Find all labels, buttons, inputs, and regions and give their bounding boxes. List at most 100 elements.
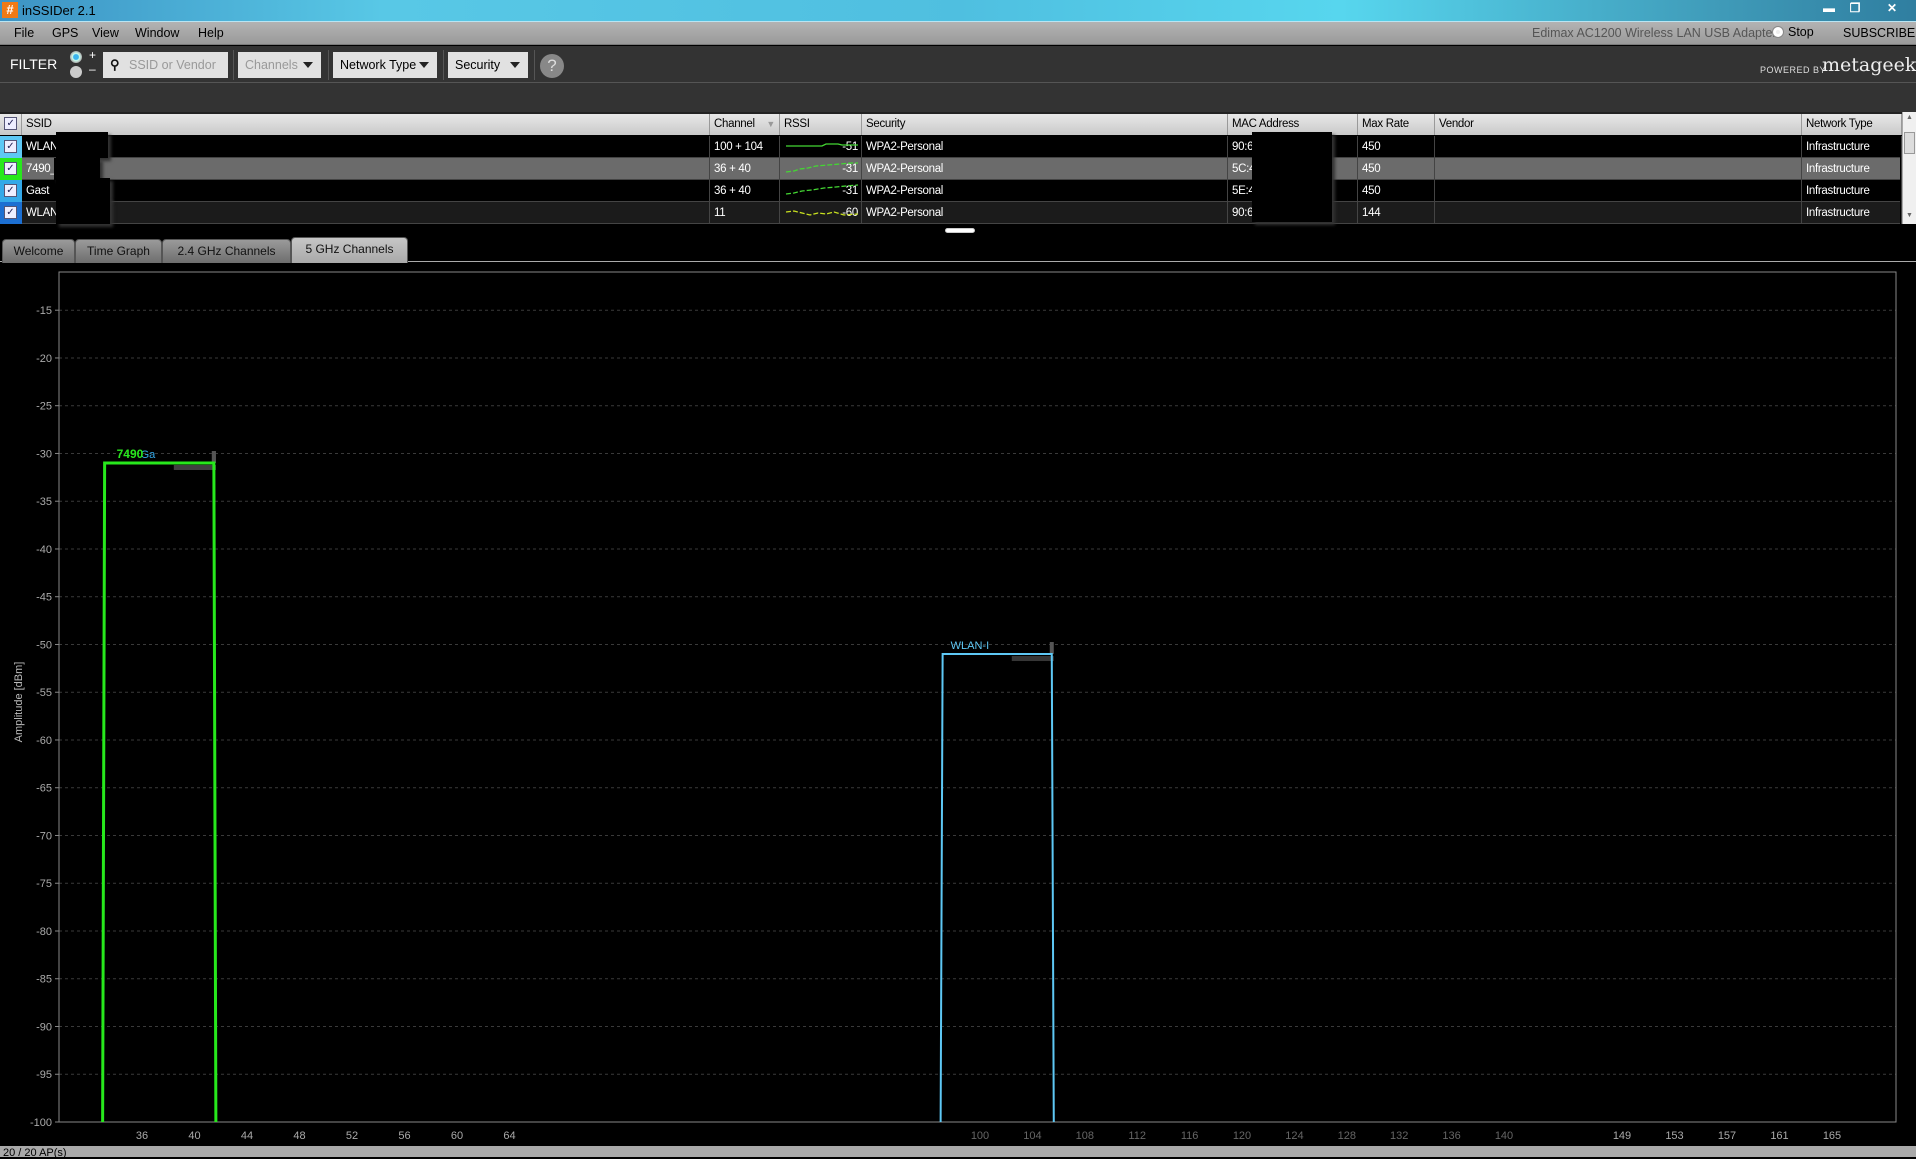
channel-cell: 100 + 104 [710, 136, 780, 158]
filter-bar: FILTER + – ⚲ SSID or Vendor Channels Net… [0, 46, 1916, 82]
help-button[interactable]: ? [540, 54, 564, 78]
menu-window[interactable]: Window [135, 26, 179, 40]
adapter-selector[interactable]: Edimax AC1200 Wireless LAN USB Adapter [1532, 26, 1777, 40]
redaction [54, 158, 100, 180]
x-tick-label: 36 [136, 1130, 148, 1142]
table-row[interactable]: ✓ 7490_ 36 + 40 -31 WPA2-Personal 5C:4 450 Infr… [0, 158, 1902, 180]
network-type-dropdown[interactable]: Network Type [333, 52, 437, 78]
scroll-down-icon[interactable]: ▼ [1906, 212, 1913, 219]
x-tick-label: 112 [1128, 1130, 1146, 1142]
y-tick-label: -95 [36, 1069, 52, 1081]
stop-button[interactable]: Stop [1772, 25, 1814, 39]
scroll-up-icon[interactable]: ▲ [1906, 114, 1913, 121]
app-icon: # [2, 2, 18, 18]
tab-welcome[interactable]: Welcome [2, 239, 75, 263]
table-row[interactable]: ✓ WLAN 11 -60 WPA2-Personal 90:6 144 Infrastruc… [0, 202, 1902, 224]
channels-dropdown[interactable]: Channels [238, 52, 321, 78]
series-curve-7490-[interactable] [101, 461, 218, 1123]
ssid-cell: Gast [22, 180, 710, 202]
network-type-cell: Infrastructure [1802, 158, 1902, 180]
rssi-cell: -31 [780, 158, 862, 180]
network-color-swatch: ✓ [0, 158, 22, 180]
plus-label: + [89, 48, 97, 62]
channel-chart-svg: -15 -20 -25 -30 -35 -40 -45 -50 -55 -60 -65 -70 -75 -… [13, 271, 1897, 1142]
minimize-icon[interactable]: ▬ [1816, 0, 1842, 18]
series-shadow [211, 451, 216, 464]
y-tick-label: -40 [36, 544, 52, 556]
search-placeholder: SSID or Vendor [129, 58, 216, 72]
row-checkbox[interactable]: ✓ [4, 184, 17, 197]
security-cell: WPA2-Personal [862, 158, 1228, 180]
window-title: inSSIDer 2.1 [22, 3, 96, 18]
divider [233, 50, 234, 80]
filter-include-radio[interactable] [70, 51, 82, 63]
y-tick-label: -15 [36, 305, 52, 317]
filter-exclude-radio[interactable] [70, 66, 82, 78]
sort-desc-icon: ▼ [766, 119, 775, 129]
column-rssi[interactable]: RSSI [780, 114, 862, 135]
scrollbar-thumb[interactable] [1904, 132, 1915, 154]
x-tick-label: 104 [1023, 1130, 1041, 1142]
series-shadow [1049, 642, 1054, 655]
pane-splitter-handle[interactable] [945, 228, 975, 233]
tab-5ghz-channels[interactable]: 5 GHz Channels [291, 237, 408, 263]
table-scrollbar[interactable]: ▲ ▼ [1902, 112, 1916, 224]
security-dropdown[interactable]: Security [448, 52, 528, 78]
max-rate-cell: 450 [1358, 136, 1435, 158]
column-ssid[interactable]: SSID [22, 114, 710, 135]
row-checkbox[interactable]: ✓ [4, 162, 17, 175]
rssi-cell: -60 [780, 202, 862, 224]
column-max-rate[interactable]: Max Rate [1358, 114, 1435, 135]
chevron-down-icon [303, 62, 313, 68]
divider [443, 50, 444, 80]
column-channel[interactable]: Channel ▼ [710, 114, 780, 135]
tab-24ghz-channels[interactable]: 2.4 GHz Channels [162, 239, 291, 263]
subscribe-button[interactable]: SUBSCRIBE [1843, 26, 1915, 40]
x-tick-label: 153 [1665, 1130, 1683, 1142]
y-tick-label: -80 [36, 926, 52, 938]
select-all-checkbox[interactable]: ✓ [0, 114, 22, 135]
y-tick-label: -35 [36, 496, 52, 508]
table-row[interactable]: ✓ Gast 36 + 40 -31 WPA2-Personal 5E:4 450 Infra… [0, 180, 1902, 202]
x-tick-label: 132 [1390, 1130, 1408, 1142]
menu-help[interactable]: Help [198, 26, 224, 40]
table-row[interactable]: ✓ WLAN 100 + 104 -51 WPA2-Personal 90:6 450 Inf… [0, 136, 1902, 158]
network-type-cell: Infrastructure [1802, 180, 1902, 202]
column-vendor[interactable]: Vendor [1435, 114, 1802, 135]
metageek-logo[interactable]: metageek [1822, 54, 1916, 76]
channel-cell: 11 [710, 202, 780, 224]
network-color-swatch: ✓ [0, 202, 22, 224]
filter-label: FILTER [10, 56, 58, 72]
y-tick-label: -85 [36, 974, 52, 986]
x-tick-label: 128 [1338, 1130, 1356, 1142]
series-curve-wlan-i[interactable] [939, 653, 1055, 1123]
rssi-cell: -51 [780, 136, 862, 158]
divider [328, 50, 329, 80]
stop-icon [1772, 26, 1784, 38]
chevron-down-icon [510, 62, 520, 68]
column-security[interactable]: Security [862, 114, 1228, 135]
series-label[interactable]: 7490 [117, 447, 144, 461]
menu-view[interactable]: View [92, 26, 119, 40]
ssid-search-input[interactable]: ⚲ SSID or Vendor [103, 52, 228, 78]
series-curve-gast[interactable] [101, 462, 217, 1123]
vendor-cell [1435, 202, 1802, 224]
row-checkbox[interactable]: ✓ [4, 206, 17, 219]
vendor-cell [1435, 180, 1802, 202]
redaction [56, 132, 108, 158]
y-tick-label: -90 [36, 1021, 52, 1033]
x-tick-label: 52 [346, 1130, 358, 1142]
series-shadow [1011, 656, 1054, 662]
menu-file[interactable]: File [14, 26, 34, 40]
restore-icon[interactable]: ❐ [1842, 0, 1868, 18]
minus-label: – [89, 62, 96, 76]
series-label[interactable]: WLAN-I [951, 640, 990, 652]
close-icon[interactable]: ✕ [1872, 0, 1912, 18]
menu-gps[interactable]: GPS [52, 26, 78, 40]
security-cell: WPA2-Personal [862, 136, 1228, 158]
column-network-type[interactable]: Network Type [1802, 114, 1902, 135]
security-cell: WPA2-Personal [862, 180, 1228, 202]
title-bar: # inSSIDer 2.1 ▬ ❐ ✕ [0, 0, 1916, 22]
row-checkbox[interactable]: ✓ [4, 140, 17, 153]
tab-time-graph[interactable]: Time Graph [75, 239, 162, 263]
